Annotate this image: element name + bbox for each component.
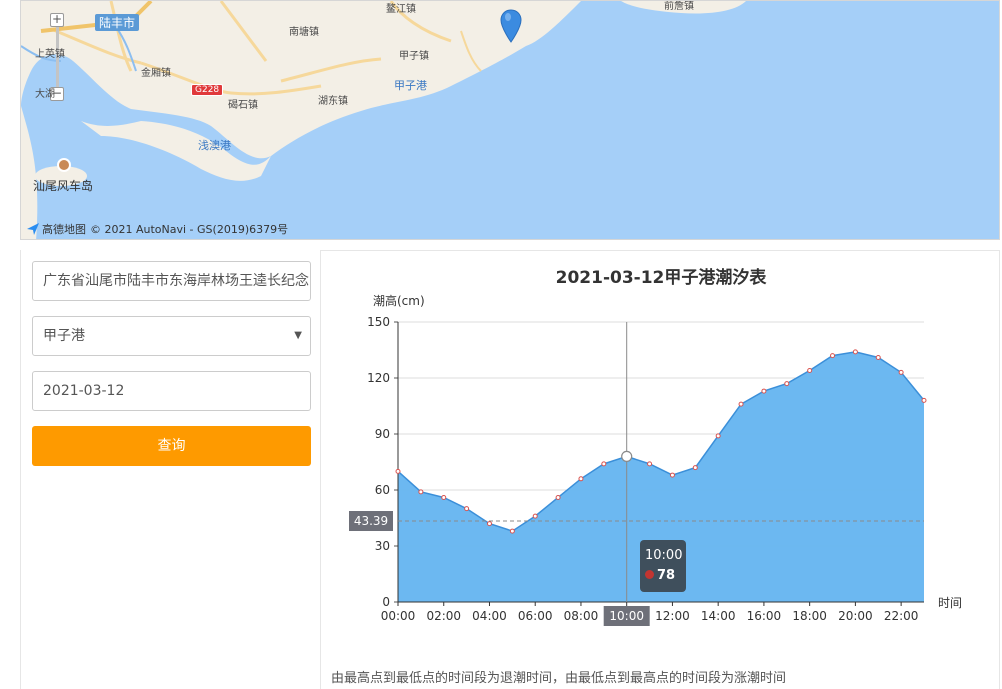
x-tick-label: 02:00: [426, 609, 461, 623]
place-shangying: 上英镇: [35, 49, 65, 60]
select-caret-icon: ▼: [294, 330, 302, 341]
data-point: [738, 401, 744, 407]
y-tick-label: 150: [367, 315, 390, 329]
data-point: [669, 472, 675, 478]
tooltip-series-marker: [645, 570, 654, 579]
x-tick-label: 22:00: [884, 609, 919, 623]
place-fengche: 汕尾风车岛: [33, 179, 94, 193]
data-point: [486, 521, 492, 527]
data-point: [441, 494, 447, 500]
windmill-icon: [57, 158, 71, 172]
amap-logo: 高德地图: [26, 221, 86, 237]
map-attribution: 高德地图 © 2021 AutoNavi - GS(2019)6379号: [26, 221, 288, 237]
x-tick-label: 04:00: [472, 609, 507, 623]
place-hudong: 湖东镇: [318, 96, 348, 107]
x-tick-label: 08:00: [564, 609, 599, 623]
tide-chart-panel: 2021-03-12甲子港潮汐表 0 30 60 90 120 150 00:00 02:00…: [320, 250, 1000, 689]
data-point: [601, 461, 607, 467]
map-view[interactable]: + − 陆丰市 上英镇 大湖 金厢镇 G228 碣石镇 南塘镇 鳌江镇 甲子镇 …: [20, 0, 1000, 240]
data-point: [464, 506, 470, 512]
address-input[interactable]: 广东省汕尾市陆丰市东海岸林场王逵长纪念: [32, 261, 311, 301]
place-qianzhan: 前詹镇: [664, 1, 694, 12]
tide-chart[interactable]: 0 30 60 90 120 150 00:00 02:00 04:00 06:00 08:00 10…: [321, 251, 1001, 656]
data-point: [921, 397, 927, 403]
y-tick-label: 90: [375, 427, 390, 441]
port-select-value: 甲子港: [43, 328, 85, 344]
tooltip-value: 78: [657, 568, 676, 583]
data-point: [830, 353, 836, 359]
place-jiazi-port: 甲子港: [394, 79, 427, 92]
y-axis-name: 潮高(cm): [373, 293, 425, 308]
data-point: [647, 461, 653, 467]
x-tick-label: 14:00: [701, 609, 736, 623]
data-point: [509, 528, 515, 534]
query-form: 广东省汕尾市陆丰市东海岸林场王逵长纪念 甲子港 ▼ 2021-03-12 查询: [20, 250, 320, 689]
tooltip-time: 10:00: [645, 548, 683, 563]
data-point: [621, 450, 633, 462]
data-point: [532, 513, 538, 519]
amap-logo-text: 高德地图: [42, 223, 86, 236]
x-tick-label: 20:00: [838, 609, 873, 623]
date-input[interactable]: 2021-03-12: [32, 371, 311, 411]
zoom-in-button[interactable]: +: [50, 13, 64, 27]
pointer-x-label: 10:00: [609, 609, 644, 623]
place-jieshi: 碣石镇: [228, 100, 258, 111]
data-point: [852, 349, 858, 355]
y-tick-label: 60: [375, 483, 390, 497]
place-jiazi-town: 甲子镇: [399, 51, 429, 62]
footnote: 由最高点到最低点的时间段为退潮时间，由最低点到最高点的时间段为涨潮时间: [331, 671, 787, 686]
place-nantang: 南塘镇: [289, 27, 319, 38]
data-point: [578, 476, 584, 482]
place-dahu: 大湖: [35, 89, 55, 100]
place-qianaogang: 浅澳港: [198, 139, 231, 152]
amap-arrow-icon: [27, 223, 39, 235]
x-tick-label: 06:00: [518, 609, 553, 623]
data-point: [395, 468, 401, 474]
data-point: [875, 354, 881, 360]
chart-tooltip: 10:00 78: [640, 540, 686, 592]
road-g228-badge: G228: [191, 84, 224, 96]
data-point: [555, 494, 561, 500]
y-tick-label: 120: [367, 371, 390, 385]
y-tick-label: 30: [375, 539, 390, 553]
place-aojiang: 鳌江镇: [386, 4, 416, 15]
x-tick-label: 16:00: [747, 609, 782, 623]
copyright-text: © 2021 AutoNavi - GS(2019)6379号: [90, 223, 289, 236]
x-tick-label: 18:00: [792, 609, 827, 623]
place-jinxiang: 金厢镇: [141, 68, 171, 79]
location-pin-icon[interactable]: [500, 9, 522, 43]
x-axis-name: 时间: [938, 596, 962, 610]
place-lufeng: 陆丰市: [95, 14, 140, 31]
y-tick-label: 0: [382, 595, 390, 609]
data-point: [715, 433, 721, 439]
x-tick-label: 00:00: [381, 609, 416, 623]
page: { "map": { "places": { "lufeng": "陆丰市", …: [0, 0, 1002, 689]
pointer-y-label: 43.39: [354, 514, 388, 528]
data-point: [784, 381, 790, 387]
x-tick-label: 12:00: [655, 609, 690, 623]
query-button[interactable]: 查询: [32, 426, 311, 466]
data-point: [807, 368, 813, 374]
data-point: [761, 388, 767, 394]
port-select[interactable]: 甲子港 ▼: [32, 316, 311, 356]
data-point: [418, 489, 424, 495]
data-point: [692, 465, 698, 471]
data-point: [898, 369, 904, 375]
